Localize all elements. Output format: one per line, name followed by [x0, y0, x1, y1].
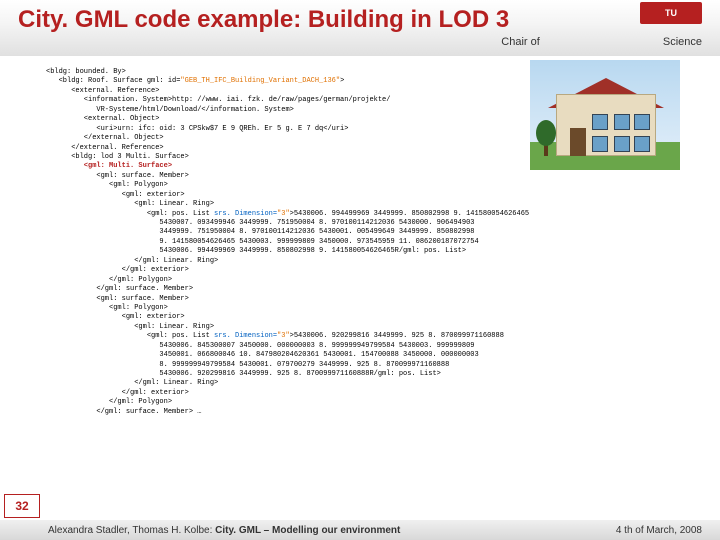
footer-bar: Alexandra Stadler, Thomas H. Kolbe: City… [0, 520, 720, 540]
slide-number: 32 [4, 494, 40, 518]
header-subtitle-right: Science [663, 36, 702, 48]
footer-left: Alexandra Stadler, Thomas H. Kolbe: City… [48, 525, 400, 536]
code-block: <bldg: bounded. By> <bldg: Roof. Surface… [46, 68, 696, 417]
slide-title: City. GML code example: Building in LOD … [18, 6, 702, 34]
title-bar: City. GML code example: Building in LOD … [0, 0, 720, 56]
footer-right: 4 th of March, 2008 [616, 525, 702, 536]
header-subtitle: Chair of Science [501, 36, 702, 48]
header-subtitle-left: Chair of [501, 36, 540, 48]
tu-berlin-logo: TU [640, 2, 702, 24]
slide: City. GML code example: Building in LOD … [0, 0, 720, 540]
